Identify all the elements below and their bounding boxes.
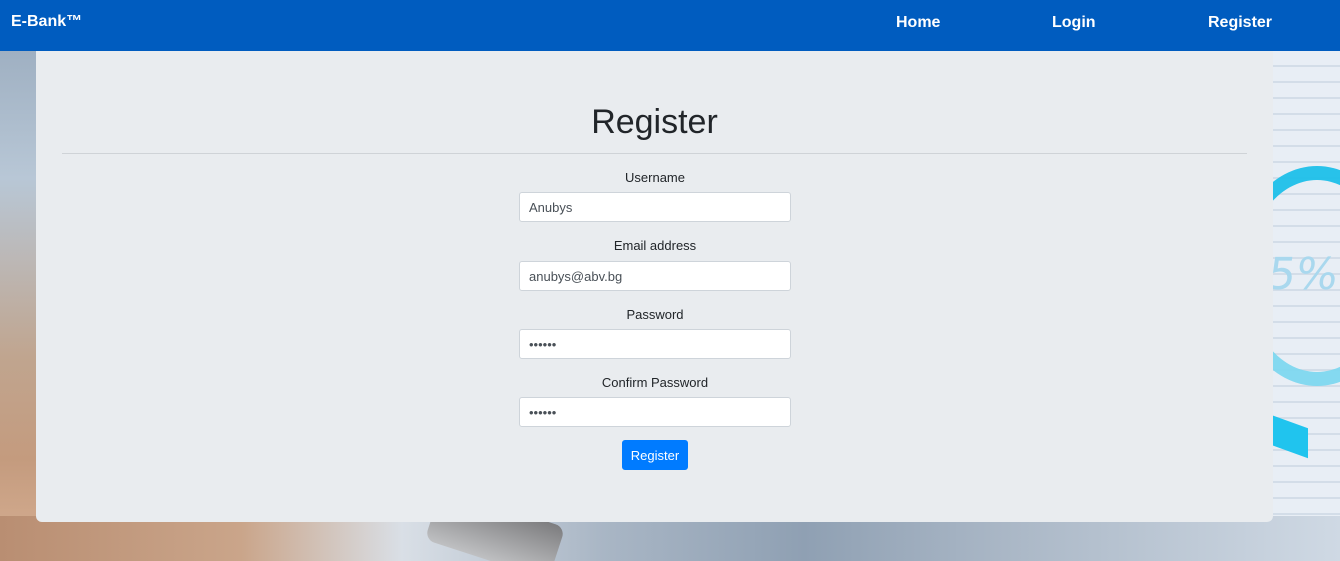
background-left-strip <box>0 51 40 561</box>
confirm-password-input[interactable] <box>519 397 791 427</box>
page-title: Register <box>591 103 718 141</box>
username-input[interactable] <box>519 192 791 222</box>
register-card: Register Username Email address Password… <box>36 51 1273 522</box>
title-divider <box>62 153 1247 154</box>
username-label: Username <box>625 170 685 185</box>
email-input[interactable] <box>519 261 791 291</box>
confirm-password-label: Confirm Password <box>601 375 709 390</box>
background-gauge-text: 5% <box>1264 249 1340 300</box>
register-button[interactable]: Register <box>622 440 688 470</box>
password-label: Password <box>626 307 684 322</box>
nav-link-home[interactable]: Home <box>896 14 940 32</box>
nav-link-login[interactable]: Login <box>1052 14 1096 32</box>
password-input[interactable] <box>519 329 791 359</box>
nav-link-register[interactable]: Register <box>1208 14 1272 32</box>
top-navbar: E-Bank™ Home Login Register <box>0 0 1340 51</box>
email-label: Email address <box>613 238 697 253</box>
background-bottom-strip <box>0 516 1340 561</box>
brand-link[interactable]: E-Bank™ <box>11 13 82 31</box>
